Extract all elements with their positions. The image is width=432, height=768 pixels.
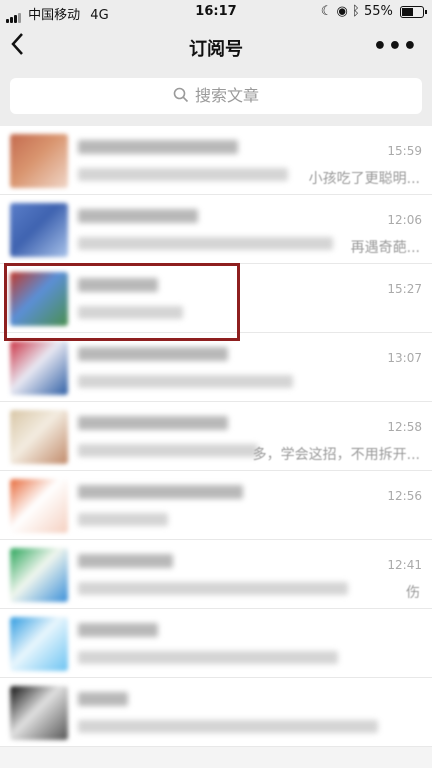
status-bar: 中国移动 4G 16:17 ☾ ◉ ᛒ 55% bbox=[0, 0, 432, 24]
account-name-blurred bbox=[78, 140, 238, 154]
account-avatar bbox=[10, 617, 68, 671]
message-blurred bbox=[78, 651, 338, 664]
account-avatar bbox=[10, 548, 68, 602]
account-name-blurred bbox=[78, 692, 128, 706]
search-placeholder: 搜索文章 bbox=[194, 86, 259, 105]
more-dots-icon: ••• bbox=[372, 34, 418, 59]
account-name-blurred bbox=[78, 623, 158, 637]
subscription-item[interactable]: 12:41 伤 bbox=[0, 540, 432, 609]
account-avatar bbox=[10, 272, 68, 326]
bluetooth-icon: ᛒ bbox=[352, 4, 360, 19]
message-time: 12:58 bbox=[387, 420, 422, 434]
message-time: 15:59 bbox=[387, 144, 422, 158]
message-blurred bbox=[78, 513, 168, 526]
battery-icon bbox=[400, 5, 427, 18]
moon-icon: ☾ bbox=[320, 4, 333, 19]
account-name-blurred bbox=[78, 347, 228, 361]
subscription-item[interactable]: 12:58 多，学会这招，不用拆开... bbox=[0, 402, 432, 471]
message-blurred bbox=[78, 582, 348, 595]
message-time: 12:41 bbox=[387, 558, 422, 572]
message-blurred bbox=[78, 168, 288, 181]
search-area: 搜索文章 bbox=[0, 70, 432, 126]
message-blurred bbox=[78, 375, 293, 388]
subscription-item[interactable] bbox=[0, 678, 432, 747]
battery-percent: 55% bbox=[363, 4, 393, 19]
message-time: 13:07 bbox=[387, 351, 422, 365]
account-avatar bbox=[10, 341, 68, 395]
message-preview: 再遇奇葩... bbox=[350, 240, 420, 256]
account-name-blurred bbox=[78, 416, 228, 430]
message-time: 12:06 bbox=[387, 213, 422, 227]
account-name-blurred bbox=[78, 554, 173, 568]
nav-bar: 订阅号 ••• bbox=[0, 24, 432, 70]
message-time: 15:27 bbox=[387, 282, 422, 296]
message-blurred bbox=[78, 306, 183, 319]
account-name-blurred bbox=[78, 485, 243, 499]
search-input[interactable]: 搜索文章 bbox=[10, 78, 422, 114]
status-right: ☾ ◉ ᛒ 55% bbox=[320, 4, 427, 19]
page-title: 订阅号 bbox=[189, 39, 243, 60]
message-blurred bbox=[78, 237, 333, 250]
message-blurred bbox=[78, 720, 378, 733]
message-preview: 伤 bbox=[406, 585, 420, 601]
more-button[interactable]: ••• bbox=[373, 34, 418, 59]
subscription-item[interactable]: 12:06 再遇奇葩... bbox=[0, 195, 432, 264]
message-blurred bbox=[78, 444, 258, 457]
account-avatar bbox=[10, 479, 68, 533]
subscription-item[interactable]: 15:59 小孩吃了更聪明... bbox=[0, 126, 432, 195]
subscription-item[interactable]: 12:56 bbox=[0, 471, 432, 540]
account-avatar bbox=[10, 686, 68, 740]
message-preview: 小孩吃了更聪明... bbox=[308, 171, 420, 187]
account-name-blurred bbox=[78, 278, 158, 292]
message-time: 12:56 bbox=[387, 489, 422, 503]
subscription-list: 15:59 小孩吃了更聪明... 12:06 再遇奇葩... 15:27 13:07 12:… bbox=[0, 126, 432, 747]
lock-rotation-icon: ◉ bbox=[336, 4, 348, 19]
subscription-item[interactable] bbox=[0, 609, 432, 678]
subscription-item[interactable]: 13:07 bbox=[0, 333, 432, 402]
search-icon bbox=[173, 87, 189, 103]
subscription-item[interactable]: 15:27 bbox=[0, 264, 432, 333]
account-avatar bbox=[10, 410, 68, 464]
battery-fill bbox=[402, 7, 413, 16]
account-name-blurred bbox=[78, 209, 198, 223]
account-avatar bbox=[10, 134, 68, 188]
account-avatar bbox=[10, 203, 68, 257]
message-preview: 多，学会这招，不用拆开... bbox=[252, 447, 420, 463]
